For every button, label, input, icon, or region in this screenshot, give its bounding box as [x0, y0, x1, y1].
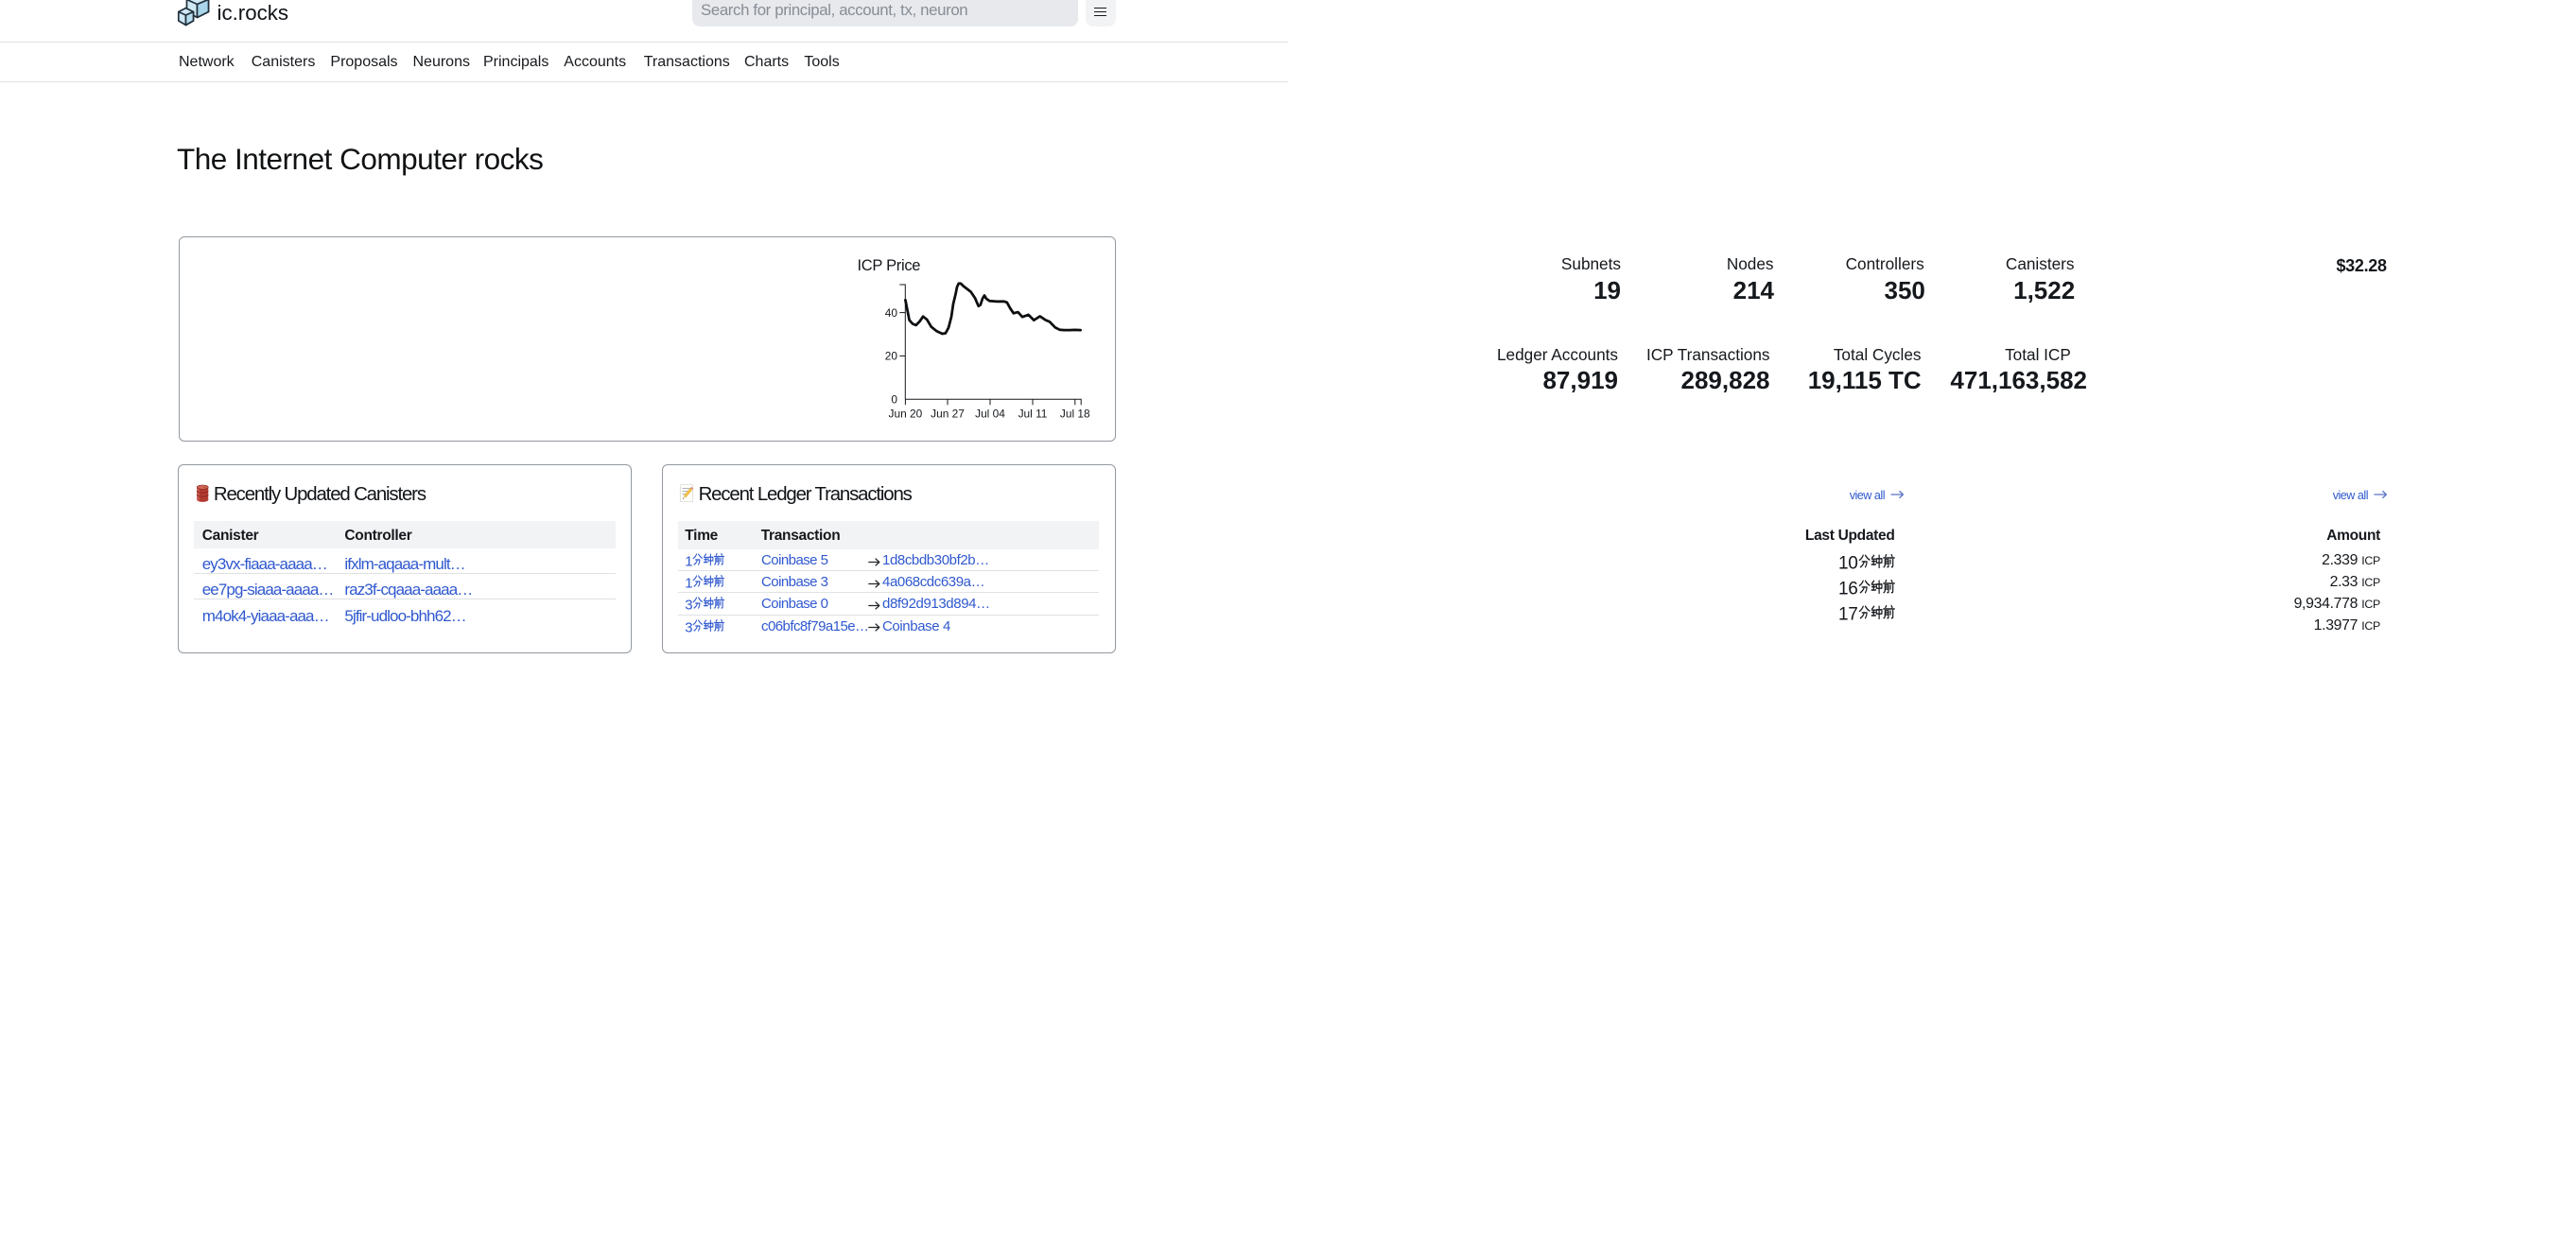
svg-text:Jun 27: Jun 27: [931, 408, 965, 421]
svg-text:20: 20: [885, 350, 898, 363]
svg-text:Jul 11: Jul 11: [1018, 408, 1048, 421]
svg-text:0: 0: [891, 392, 897, 406]
svg-text:40: 40: [885, 306, 898, 320]
svg-text:Jun 20: Jun 20: [889, 408, 923, 421]
svg-text:Jul 04: Jul 04: [975, 408, 1005, 421]
svg-text:Jul 18: Jul 18: [1060, 408, 1090, 421]
